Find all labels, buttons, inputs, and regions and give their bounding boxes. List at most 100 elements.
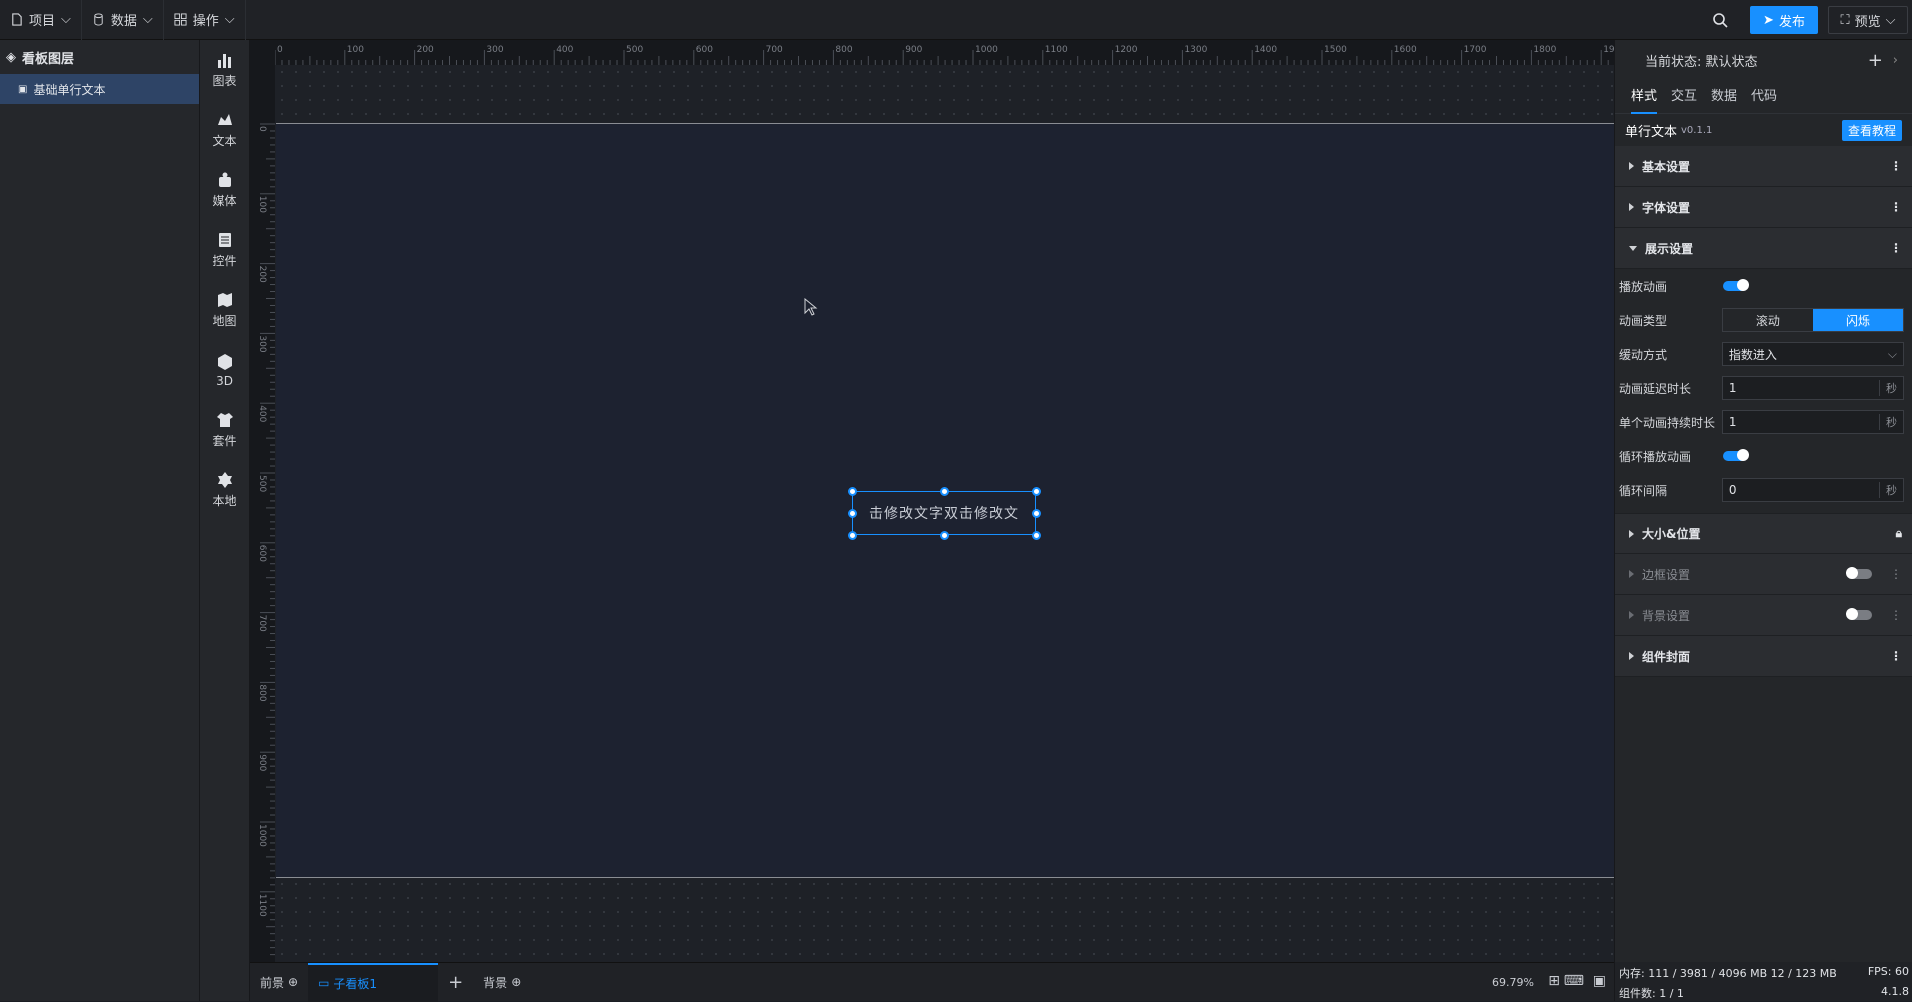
tool-map[interactable]: 地图 (200, 280, 249, 340)
resize-handle-tl[interactable] (848, 487, 857, 496)
ruler-left-label: 800 (257, 684, 267, 701)
duration-input[interactable]: 1 秒 (1721, 410, 1904, 434)
zoom-level[interactable]: 69.79% (1492, 976, 1534, 989)
more-vertical-icon[interactable]: ⋮ (1890, 241, 1902, 255)
more-vertical-icon[interactable]: ⋮ (1890, 649, 1902, 663)
tab-style[interactable]: 样式 (1631, 80, 1658, 114)
section-cover[interactable]: 组件封面 ⋮ (1615, 636, 1912, 677)
play-anim-toggle[interactable] (1723, 279, 1749, 291)
resize-handle-br[interactable] (1032, 531, 1041, 540)
tool-kit[interactable]: 套件 (200, 400, 249, 460)
ruler-top-label: 600 (696, 45, 713, 55)
keyboard-icon[interactable]: ⌨ (1564, 973, 1584, 989)
layers-title: 看板图层 (22, 51, 75, 67)
tab-interaction[interactable]: 交互 (1671, 80, 1697, 114)
ruler-left-label: 1100 (257, 894, 267, 917)
tab-background[interactable]: 背景 ⊕ (473, 963, 531, 1002)
more-vertical-icon[interactable]: ⋮ (1890, 567, 1902, 581)
border-toggle[interactable] (1846, 567, 1872, 579)
section-background[interactable]: 背景设置 ⋮ (1615, 595, 1912, 636)
more-vertical-icon[interactable]: ⋮ (1890, 608, 1902, 622)
resize-handle-bl[interactable] (848, 531, 857, 540)
lock-icon[interactable]: 🔒︎ (1896, 526, 1902, 541)
terminal-icon[interactable]: ▣ (1593, 973, 1606, 989)
section-display[interactable]: 展示设置 ⋮ (1615, 228, 1912, 269)
tool-text[interactable]: 文本 (200, 100, 249, 160)
prop-delay: 动画延迟时长 1 秒 (1615, 371, 1912, 405)
tab-foreground[interactable]: 前景 ⊕ (250, 963, 308, 1002)
tab-code[interactable]: 代码 (1751, 80, 1777, 114)
layer-item[interactable]: ▣ 基础单行文本 (0, 74, 199, 104)
section-size-pos-label: 大小&位置 (1642, 527, 1701, 541)
interval-input[interactable]: 0 秒 (1721, 478, 1904, 502)
ruler-left-label: 600 (257, 545, 267, 562)
ruler-top-label: 1200 (1115, 45, 1138, 55)
section-size-position[interactable]: 大小&位置 🔒︎ (1615, 513, 1912, 554)
tab-data[interactable]: 数据 (1711, 80, 1737, 114)
resize-handle-tm[interactable] (940, 487, 949, 496)
anim-type-scroll[interactable]: 滚动 (1723, 309, 1813, 331)
chevron-down-icon: ⌵ (61, 12, 71, 27)
more-vertical-icon[interactable]: ⋮ (1890, 200, 1902, 214)
chevron-down-icon: ⌵ (1887, 346, 1897, 361)
add-circle-icon[interactable]: ⊕ (511, 975, 521, 989)
layers-icon: ◈ (6, 49, 16, 65)
props-tabs: 样式 交互 数据 代码 (1615, 80, 1912, 114)
more-vertical-icon[interactable]: ⋮ (1890, 159, 1902, 173)
tab-background-label: 背景 (483, 975, 508, 990)
tool-3d[interactable]: 3D (200, 340, 249, 400)
tab-sub-board[interactable]: ▭ 子看板1 (308, 962, 439, 1002)
tool-chart-label: 图表 (212, 74, 237, 88)
section-font-label: 字体设置 (1642, 200, 1691, 215)
local-icon (217, 472, 232, 488)
layer-item-label: 基础单行文本 (33, 82, 106, 97)
ruler-left-label: 1000 (257, 824, 267, 847)
top-toolbar: 项目 ⌵ 数据 ⌵ 操作 ⌵ ➤ 发布 ⛶ 预览 ⌵ (0, 0, 1912, 40)
ruler-top-label: 1300 (1184, 45, 1207, 55)
caret-down-icon (1629, 245, 1637, 251)
search-button[interactable] (1700, 12, 1740, 28)
publish-label: 发布 (1778, 14, 1805, 30)
add-board-button[interactable]: + (438, 963, 473, 1002)
state-value[interactable]: 默认状态 (1706, 51, 1758, 70)
menu-data[interactable]: 数据 ⌵ (82, 0, 164, 40)
ruler-top-label: 500 (626, 45, 643, 55)
menu-project[interactable]: 项目 ⌵ (0, 0, 82, 40)
ruler-left-label: 900 (257, 754, 267, 771)
resize-handle-ml[interactable] (848, 509, 857, 518)
section-border[interactable]: 边框设置 ⋮ (1615, 554, 1912, 595)
section-font[interactable]: 字体设置 ⋮ (1615, 187, 1912, 228)
add-state-icon[interactable]: + (1868, 50, 1883, 71)
tool-chart[interactable]: 图表 (200, 40, 249, 100)
chevron-down-icon: ⌵ (142, 12, 153, 27)
fit-screen-icon[interactable]: ⊞ (1548, 973, 1560, 989)
menu-operation[interactable]: 操作 ⌵ (164, 0, 246, 40)
tutorial-button[interactable]: 查看教程 (1841, 119, 1902, 141)
resize-handle-tr[interactable] (1032, 487, 1041, 496)
loop-label: 循环播放动画 (1619, 449, 1692, 464)
delay-input[interactable]: 1 秒 (1721, 376, 1904, 400)
resize-handle-mr[interactable] (1032, 509, 1041, 518)
easing-select[interactable]: 指数进入 ⌵ (1721, 342, 1904, 366)
publish-button[interactable]: ➤ 发布 (1750, 6, 1818, 34)
text-widget-selected[interactable]: 击修改文字双击修改文 (852, 491, 1036, 535)
preview-button[interactable]: ⛶ 预览 ⌵ (1828, 6, 1908, 34)
ruler-top-label: 100 (347, 45, 364, 55)
ruler-top-label: 0 (277, 45, 283, 55)
loop-toggle[interactable] (1723, 449, 1749, 461)
add-circle-icon[interactable]: ⊕ (288, 975, 298, 989)
tool-media[interactable]: 媒体 (200, 160, 249, 220)
anim-type-blink[interactable]: 闪烁 (1812, 309, 1903, 331)
chevron-right-icon[interactable]: › (1893, 53, 1898, 68)
component-name: 单行文本 (1625, 124, 1678, 140)
prop-easing: 缓动方式 指数进入 ⌵ (1615, 337, 1912, 371)
tool-local[interactable]: 本地 (200, 460, 249, 520)
background-toggle[interactable] (1846, 608, 1872, 620)
caret-right-icon (1629, 203, 1634, 211)
ruler-top-label: 1500 (1324, 45, 1347, 55)
prop-play-animation: 播放动画 (1615, 269, 1912, 303)
resize-handle-bm[interactable] (940, 531, 949, 540)
tool-widget[interactable]: 控件 (200, 220, 249, 280)
delay-value: 1 (1728, 381, 1737, 395)
section-basic[interactable]: 基本设置 ⋮ (1615, 146, 1912, 187)
